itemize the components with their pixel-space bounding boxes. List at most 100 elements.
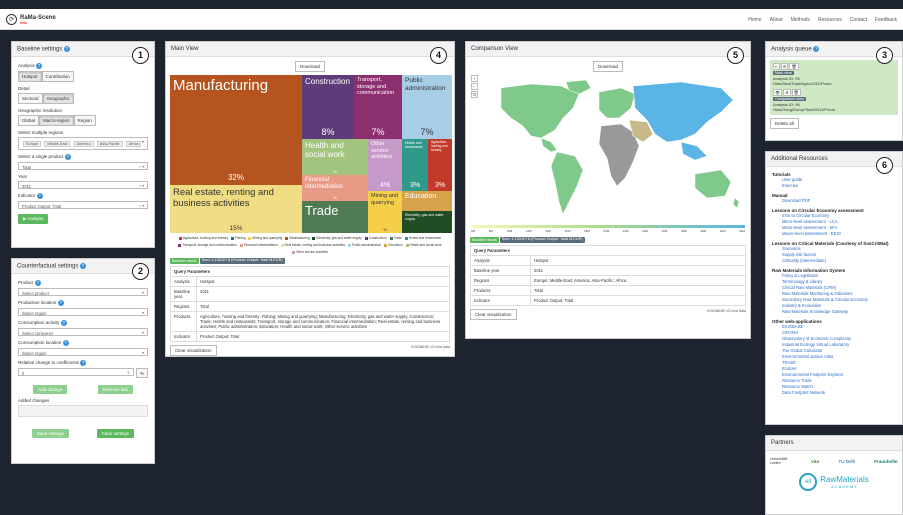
delete-all-button[interactable]: Delete all [770,118,799,129]
resource-link[interactable]: Macro-level assessment - EEIO [782,231,896,237]
legend-item[interactable]: Public administration [347,243,381,247]
add-change-button[interactable]: Add change [33,385,68,394]
region-tag[interactable]: Middle-East [44,140,71,147]
help-icon[interactable]: ? [813,46,820,52]
treemap-cell[interactable]: Education [402,191,452,211]
compare-icon[interactable]: C [773,63,780,70]
download-button[interactable]: Download [294,61,325,72]
treemap-cell[interactable]: Financial intermediation % [302,175,368,201]
relchange-input[interactable]: 0 ⇕ [18,368,134,376]
indicator-select[interactable]: Product Output: Total × ▾ [18,201,148,209]
leiden-logo[interactable]: Universiteit Leiden [770,457,792,465]
treemap[interactable]: Manufacturing 32% Real estate, renting a… [170,75,452,233]
reset-view-icon[interactable]: ⊡ [471,91,479,98]
region-tag[interactable]: Europe [23,140,42,147]
legend-item[interactable]: Manufacturing [285,236,309,240]
nav-methods[interactable]: Methods [791,17,810,23]
remove-last-button[interactable]: Remove last [97,385,133,394]
treemap-cell[interactable]: Hotels and restaurants 3% [402,139,428,191]
nav-home[interactable]: Home [748,17,761,23]
download-button[interactable]: Download [592,61,623,72]
tudelft-logo[interactable]: TU Delft [838,459,855,464]
legend-item[interactable]: Financial intermediation [239,243,278,247]
queue-item[interactable]: C ⚙ 🗑 Main view Analysis ID: 95 Hots/Sec… [773,63,895,86]
hotspot-toggle[interactable]: Hotspot [18,71,42,82]
cf-product-select[interactable]: Select product ▾ [18,288,148,296]
world-map[interactable] [471,78,747,223]
legend-item[interactable]: Electricity, gas and water supply [312,236,362,240]
region-tag[interactable]: Africa [125,140,142,147]
legend-item[interactable]: Education [384,243,403,247]
legend-item[interactable]: Other service activities [291,250,328,254]
legend-item[interactable]: Mining and quarrying [248,236,282,240]
legend-item[interactable]: Hotels and restaurants [404,236,441,240]
legend-item[interactable]: Fishing [231,236,245,240]
zoom-in-icon[interactable]: + [471,75,479,82]
help-icon[interactable]: ? [60,320,67,326]
nav-contact[interactable]: Contact [850,17,867,23]
help-icon[interactable]: ? [36,193,43,199]
product-select[interactable]: Total × ▾ [18,162,148,170]
nav-resources[interactable]: Resources [818,17,842,23]
region-tag[interactable]: America [73,140,94,147]
year-select[interactable]: 2011 × ▾ [18,181,148,189]
zoom-out-icon[interactable]: − [471,83,479,90]
treemap-cell[interactable]: Agriculture, hunting and forestry 3% [428,139,452,191]
eit-logo[interactable]: eit RawMaterials ACADEMY [766,473,902,491]
nav-feedback[interactable]: Feedback [875,17,897,23]
legend-item[interactable]: Health and social work [405,243,442,247]
legend-item[interactable]: Real estate, renting and business activi… [280,243,345,247]
resource-link[interactable]: Raw Materials Knowledge Gateway [782,309,896,315]
resource-link[interactable]: Data Footprint Network [782,390,896,396]
analyse-button[interactable]: ▶ Analyse [18,214,49,224]
clear-visualization-button[interactable]: Clear visualization [470,309,517,320]
fraunhofer-logo[interactable]: Fraunhofer [874,459,898,464]
contribution-toggle[interactable]: Contribution [41,71,74,82]
treemap-cell[interactable]: Other service activities 4% [368,139,402,191]
legend-item[interactable]: Transport, storage and communication [178,243,237,247]
region-tag[interactable]: Asia-Pacific [96,140,123,147]
consloc-select[interactable]: Select region ▾ [18,348,148,356]
treemap-cell[interactable]: Transport, storage and communication 7% [354,75,402,139]
clear-settings-button[interactable]: Clear settings [96,429,135,438]
trash-icon[interactable]: 🗑 [789,63,799,70]
resource-link[interactable]: Criticality (intermediate) [782,258,896,264]
help-icon[interactable]: ? [36,63,43,69]
legend-item[interactable]: Construction [364,236,387,240]
treemap-cell[interactable]: Mining and quarrying % [368,191,402,233]
legend-item[interactable]: Agriculture, hunting and forestry [179,236,228,240]
treemap-cell[interactable]: Construction 8% [302,75,354,139]
app-logo[interactable]: ⟳ RaMa-Scene beta [6,14,56,25]
sectoral-toggle[interactable]: Sectoral [18,93,43,104]
queue-item[interactable]: 👁 ⚙ 🗑 Comparison view Analysis ID: 96 Ho… [773,89,895,112]
help-icon[interactable]: ? [80,263,87,269]
macro-region-toggle[interactable]: Macro-region [39,115,74,126]
prodloc-select[interactable]: Select region ▾ [18,308,148,316]
regions-multiselect[interactable]: Europe Middle-East America Asia-Pacific … [18,137,148,150]
eye-icon[interactable]: 👁 [773,89,783,96]
treemap-cell[interactable]: Trade [302,201,368,233]
treemap-cell[interactable]: Public administration 7% [402,75,452,139]
help-icon[interactable]: ? [34,280,41,286]
region-toggle[interactable]: Region [73,115,96,126]
treemap-cell[interactable]: Manufacturing 32% [170,75,302,185]
help-icon[interactable]: ? [80,360,87,366]
geographic-toggle[interactable]: Geographic [42,93,74,104]
consact-select[interactable]: Select consumer ▾ [18,328,148,336]
treemap-cell[interactable]: Real estate, renting and business activi… [170,185,302,233]
resource-link[interactable]: Download PDF [782,198,896,204]
legend-item[interactable]: Trade [389,236,402,240]
help-icon[interactable]: ? [64,154,71,160]
trash-icon[interactable]: 🗑 [791,89,801,96]
help-icon[interactable]: ? [64,46,71,52]
help-icon[interactable]: ? [62,340,69,346]
gear-icon[interactable]: ⚙ [780,63,789,70]
vito-logo[interactable]: vito [811,459,819,464]
clear-visualization-button[interactable]: Clear visualization [170,345,217,356]
treemap-cell[interactable]: Health and social work % [302,139,368,175]
help-icon[interactable]: ? [57,300,64,306]
treemap-cell[interactable]: Electricity, gas and water supply [402,211,452,233]
stepper-icon[interactable]: ⇕ [127,370,130,375]
save-settings-button[interactable]: Save settings [31,429,69,438]
resource-link[interactable]: Exercise [782,183,896,189]
